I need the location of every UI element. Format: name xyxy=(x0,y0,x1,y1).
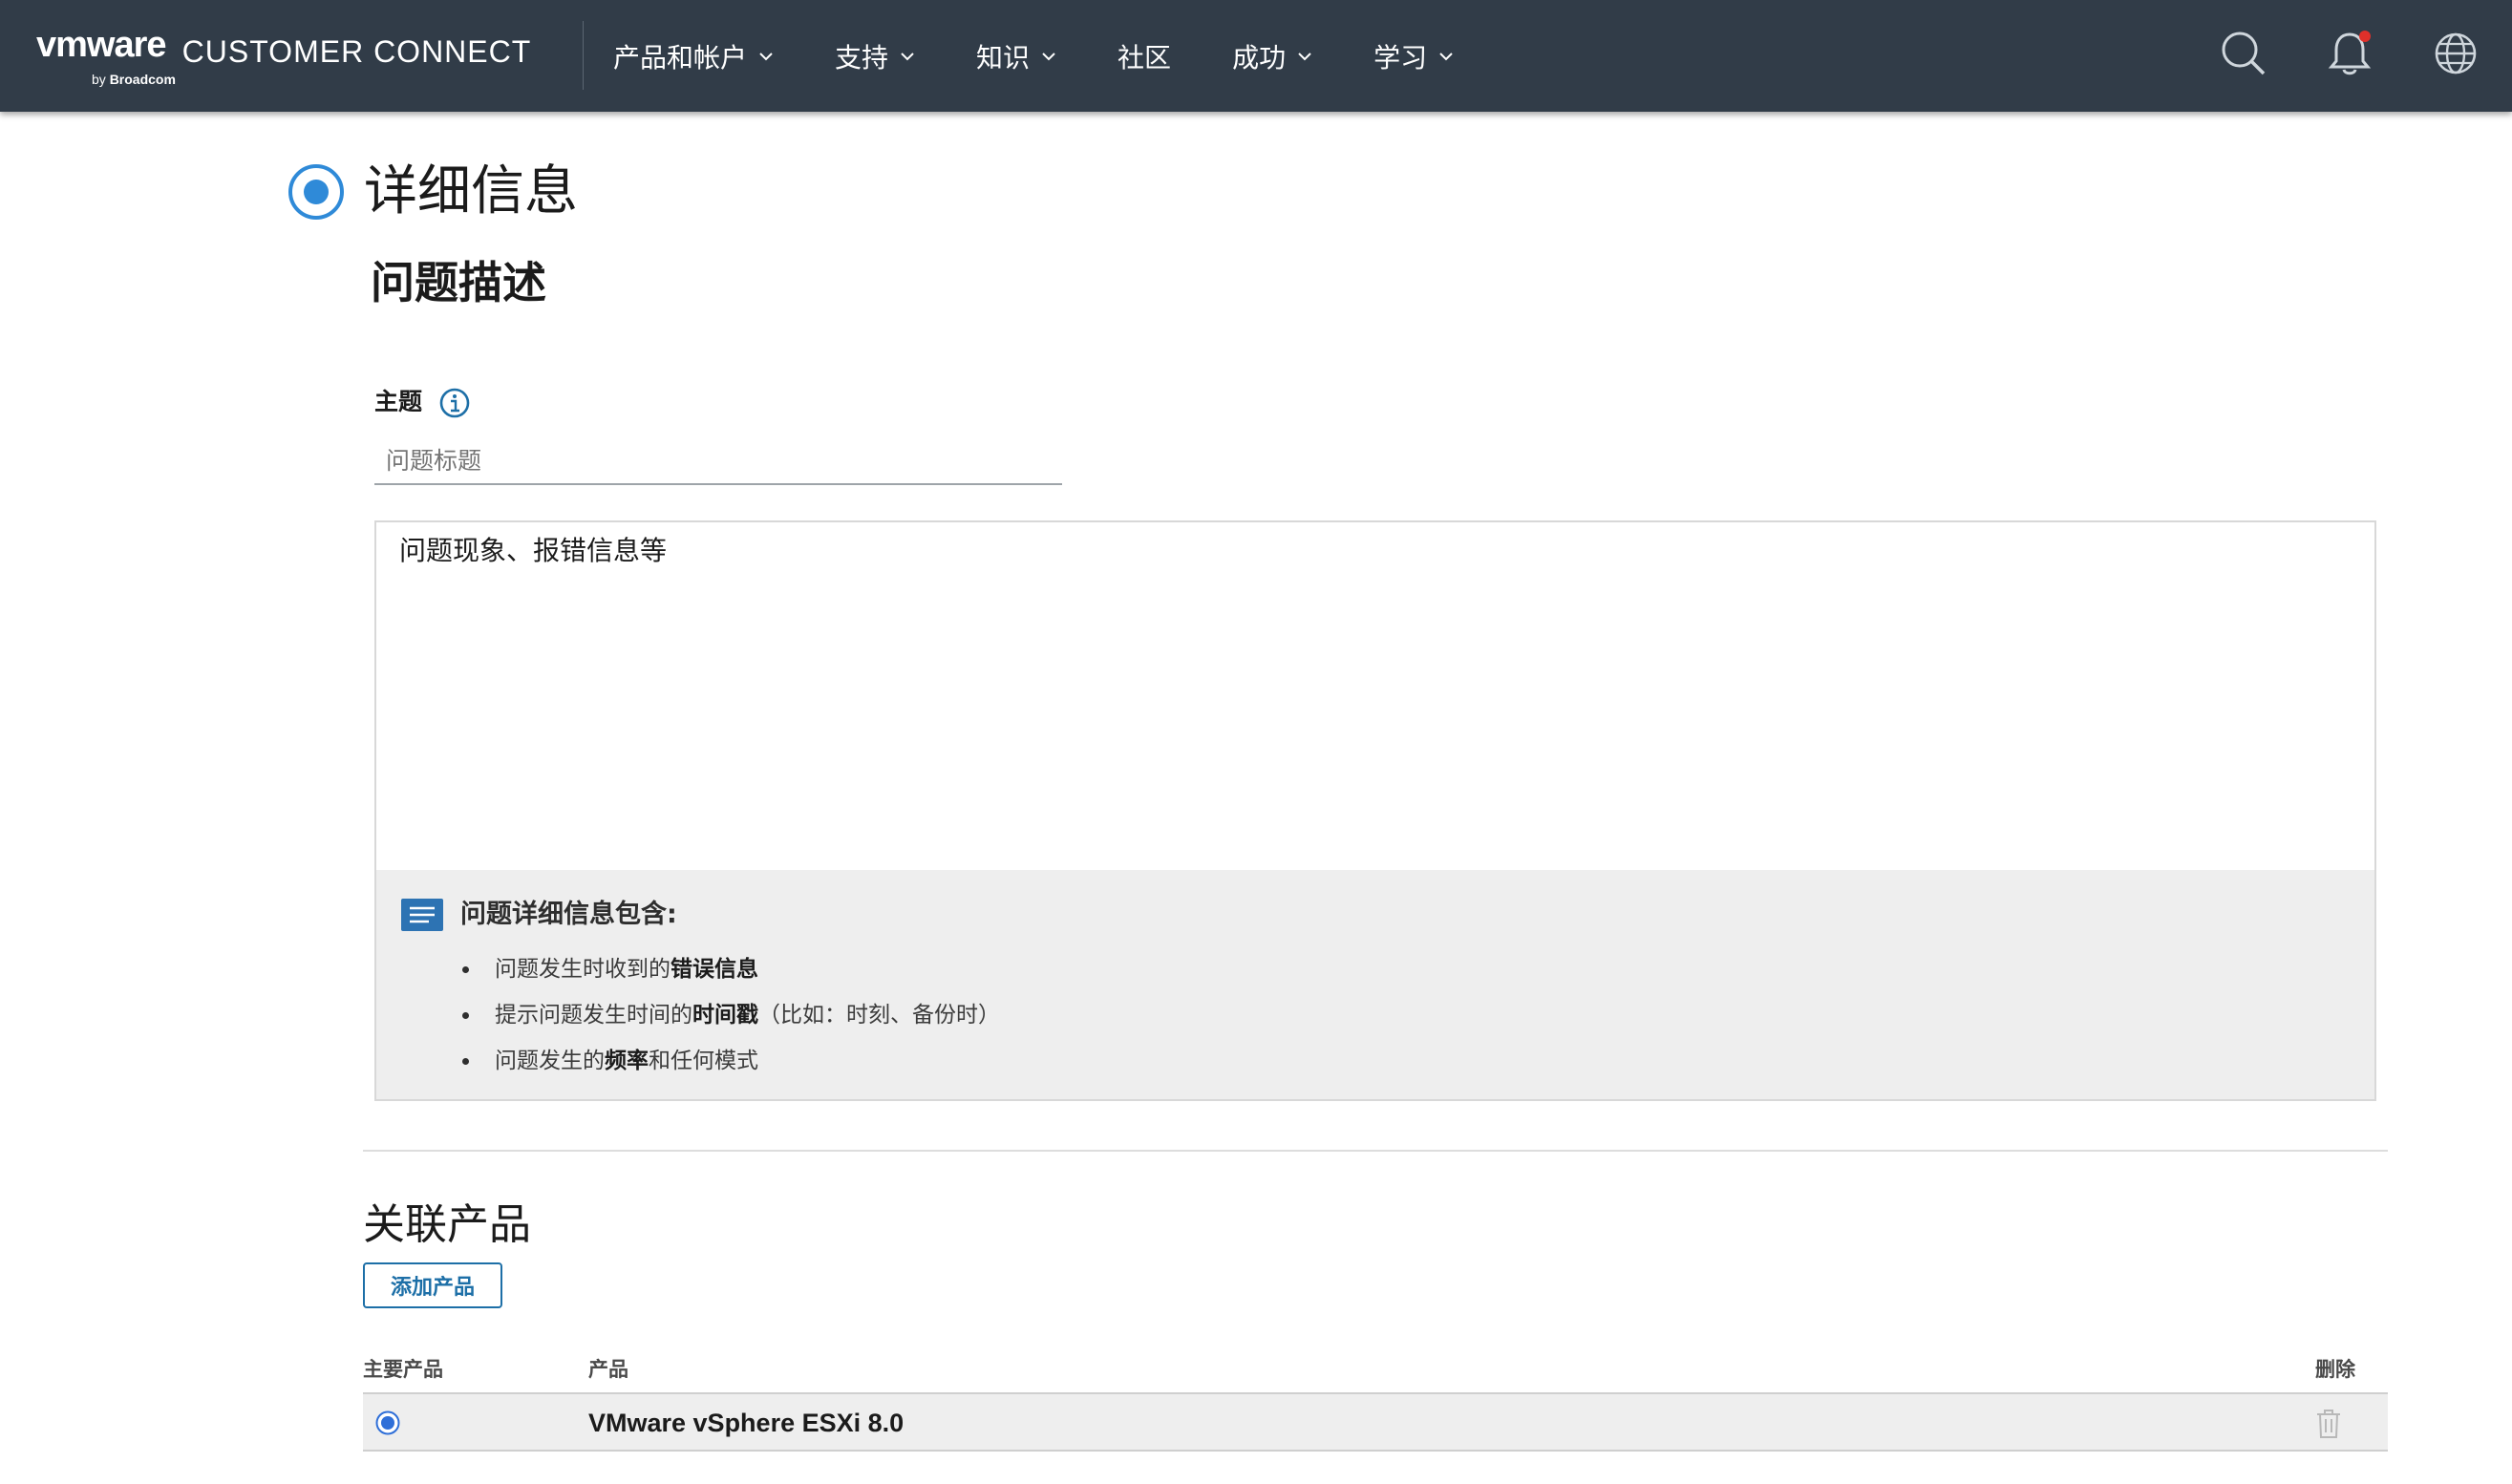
notification-dot xyxy=(2359,31,2371,42)
header-divider xyxy=(583,21,584,90)
section-divider xyxy=(363,1150,2388,1152)
tip-item: 问题发生时收到的错误信息 xyxy=(460,946,1000,992)
info-icon[interactable] xyxy=(438,387,471,419)
chevron-down-icon xyxy=(1042,52,1055,60)
nav-label: 学习 xyxy=(1373,41,1428,74)
step-active-radio-icon xyxy=(288,164,344,220)
nav-label: 产品和帐户 xyxy=(613,41,748,74)
table-row: VMware vSphere ESXi 8.0 xyxy=(363,1394,2388,1452)
main-nav: 产品和帐户 支持 知识 社区 成功 学习 xyxy=(613,0,1515,112)
chevron-down-icon xyxy=(901,52,914,60)
chevron-down-icon xyxy=(759,52,773,60)
add-product-button[interactable]: 添加产品 xyxy=(363,1262,502,1308)
column-primary-product: 主要产品 xyxy=(363,1358,443,1381)
brand-logo[interactable]: vmware CUSTOMER CONNECT by Broadcom xyxy=(36,27,531,94)
byline-by: by xyxy=(92,72,106,87)
search-icon[interactable] xyxy=(2219,29,2268,78)
bell-icon[interactable] xyxy=(2325,29,2374,78)
broadcom-byline: by Broadcom xyxy=(92,73,176,86)
step-title: 详细信息 xyxy=(364,160,578,223)
nav-label: 成功 xyxy=(1232,41,1287,74)
subject-input[interactable] xyxy=(374,437,1062,485)
trash-icon[interactable] xyxy=(2313,1408,2344,1440)
chevron-down-icon xyxy=(1439,52,1453,60)
problem-section-title: 问题描述 xyxy=(371,257,546,308)
nav-knowledge[interactable]: 知识 xyxy=(976,0,1056,112)
nav-products-accounts[interactable]: 产品和帐户 xyxy=(613,0,774,112)
tips-title: 问题详细信息包含: xyxy=(460,900,677,929)
related-products-title: 关联产品 xyxy=(363,1200,531,1249)
description-placeholder: 问题现象、报错信息等 xyxy=(399,535,668,566)
product-name: CUSTOMER CONNECT xyxy=(181,34,532,69)
column-product: 产品 xyxy=(588,1358,628,1381)
tip-item: 问题发生的频率和任何模式 xyxy=(460,1038,1000,1084)
description-textarea[interactable]: 问题现象、报错信息等 问题详细信息包含: 问题发生时收到的错误信息 提示问题发生… xyxy=(374,520,2376,1101)
nav-success[interactable]: 成功 xyxy=(1232,0,1312,112)
globe-icon[interactable] xyxy=(2431,29,2480,78)
nav-community[interactable]: 社区 xyxy=(1118,0,1171,112)
nav-label: 社区 xyxy=(1118,41,1172,74)
primary-product-radio[interactable] xyxy=(374,1410,401,1436)
nav-label: 支持 xyxy=(835,41,889,74)
description-tips-panel: 问题详细信息包含: 问题发生时收到的错误信息 提示问题发生时间的时间戳（比如：时… xyxy=(376,870,2374,1099)
document-lines-icon xyxy=(401,899,443,931)
nav-learning[interactable]: 学习 xyxy=(1373,0,1454,112)
nav-support[interactable]: 支持 xyxy=(835,0,915,112)
chevron-down-icon xyxy=(1298,52,1311,60)
vmware-logo-text: vmware xyxy=(36,25,167,65)
nav-label: 知识 xyxy=(976,41,1031,74)
tip-item: 提示问题发生时间的时间戳（比如：时刻、备份时） xyxy=(460,992,1000,1038)
column-delete: 删除 xyxy=(2315,1358,2355,1381)
tips-list: 问题发生时收到的错误信息 提示问题发生时间的时间戳（比如：时刻、备份时） 问题发… xyxy=(460,946,1000,1084)
top-navigation-bar: vmware CUSTOMER CONNECT by Broadcom 产品和帐… xyxy=(0,0,2512,112)
product-name-cell: VMware vSphere ESXi 8.0 xyxy=(588,1409,905,1437)
subject-label: 主题 xyxy=(374,388,423,415)
byline-company: Broadcom xyxy=(109,72,176,87)
